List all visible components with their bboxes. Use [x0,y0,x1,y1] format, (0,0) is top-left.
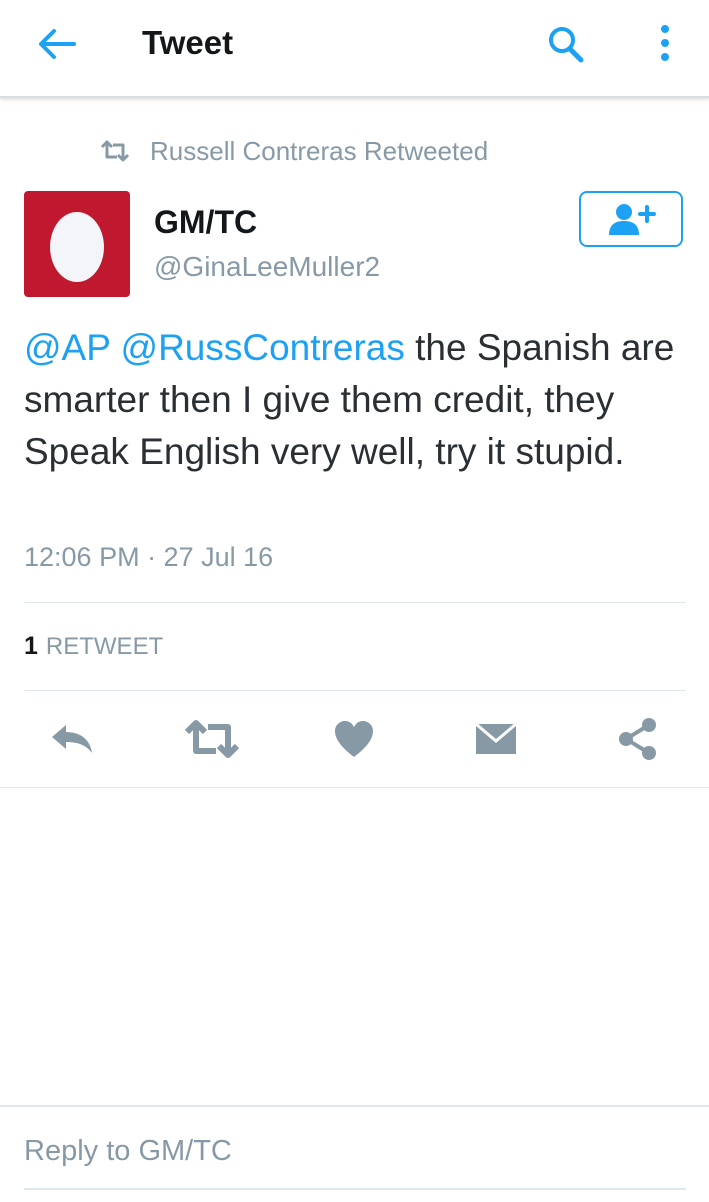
tweet-timestamp: 12:06 PM · 27 Jul 16 [24,542,274,572]
divider [24,690,686,691]
share-icon [619,718,656,760]
retweet-context[interactable]: Russell Contreras Retweeted [100,134,488,168]
reply-icon [52,725,92,753]
top-app-bar: Tweet [0,0,709,98]
follow-user-icon [609,204,656,235]
direct-message-button[interactable] [468,714,524,764]
more-options-button[interactable] [650,20,680,66]
arrow-left-icon [39,29,76,59]
mention-link[interactable]: @RussContreras [121,327,405,368]
search-icon [549,27,584,63]
retweet-stats[interactable]: 1 RETWEET [24,632,163,661]
search-button[interactable] [546,22,586,66]
divider [0,787,709,788]
back-button[interactable] [34,24,80,64]
retweet-label: RETWEET [45,633,164,660]
author-name[interactable]: GM/TC [154,204,257,241]
divider [24,602,686,603]
retweet-context-text: Russell Contreras Retweeted [150,135,489,166]
retweet-icon [100,140,130,162]
tweet-text: @AP @RussContreras the Spanish are smart… [24,322,686,478]
retweet-icon [184,720,240,758]
default-egg-avatar [50,212,104,282]
reply-button[interactable] [44,714,100,764]
retweet-button[interactable] [184,714,240,764]
author-handle[interactable]: @GinaLeeMuller2 [154,251,380,283]
like-button[interactable] [326,714,382,764]
retweet-count: 1 [24,632,38,660]
page-title: Tweet [142,24,234,61]
reply-input-underline [24,1188,686,1190]
avatar[interactable] [24,191,130,297]
heart-icon [335,721,373,757]
follow-button[interactable] [579,191,683,247]
more-vertical-icon [661,25,669,61]
envelope-icon [475,722,517,754]
mention-link[interactable]: @AP [24,327,110,368]
reply-input[interactable] [24,1128,686,1174]
share-button[interactable] [610,714,666,764]
